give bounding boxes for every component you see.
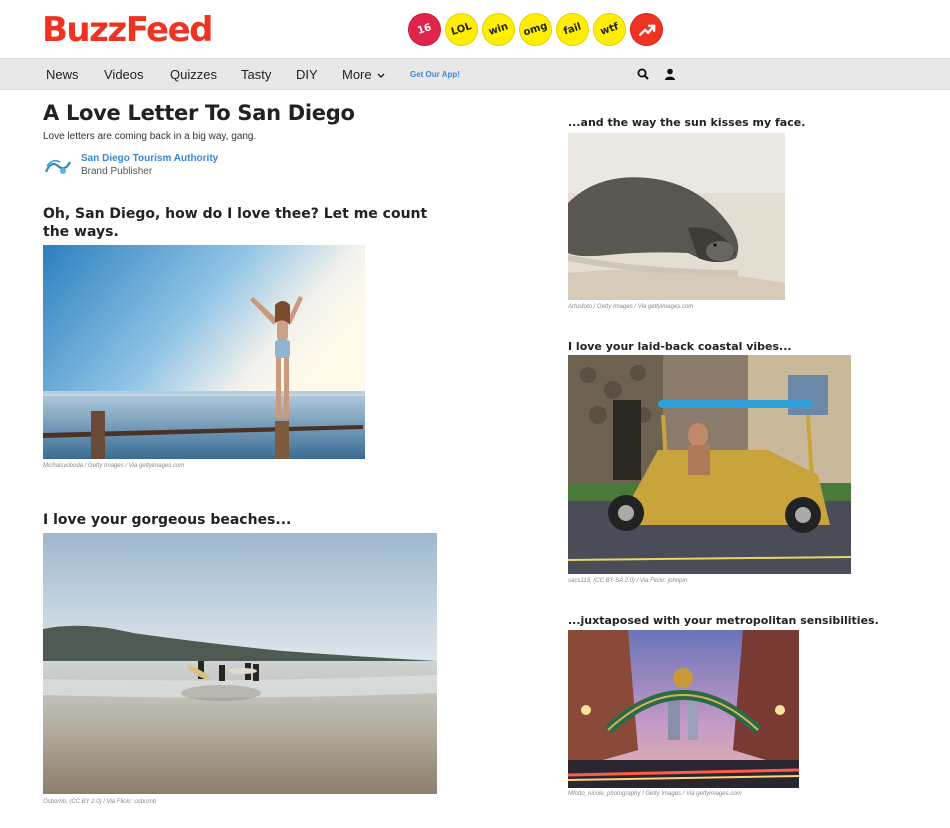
nav-news[interactable]: News xyxy=(46,67,79,82)
photo-woman-ocean xyxy=(43,245,365,459)
top-header: BuzzFeed 16 LOL win omg fail wtf xyxy=(0,0,950,58)
article-subtitle: Love letters are coming back in a big wa… xyxy=(43,131,257,142)
nav-more-label: More xyxy=(342,67,372,82)
section-heading: Oh, San Diego, how do I love thee? Let m… xyxy=(43,206,428,240)
photo-credit: Michalsvoboda / Getty Images / Via getty… xyxy=(43,463,185,469)
publisher-name[interactable]: San Diego Tourism Authority xyxy=(81,153,218,164)
chevron-down-icon xyxy=(377,73,385,78)
badge-omg[interactable]: omg xyxy=(514,8,557,51)
photo-gaslamp-arch xyxy=(568,630,799,788)
section-heading: ...and the way the sun kisses my face. xyxy=(568,116,806,129)
reaction-badges: 16 LOL win omg fail wtf xyxy=(403,8,668,51)
photo-golf-cart xyxy=(568,355,851,574)
nav-diy[interactable]: DIY xyxy=(296,67,318,82)
user-icon[interactable] xyxy=(664,68,676,80)
san-diego-logo-icon[interactable] xyxy=(43,154,73,178)
badge-lol[interactable]: LOL xyxy=(440,8,483,51)
photo-credit: Osbornb, (CC BY 2.0) / Via Flickr: osbor… xyxy=(43,799,157,805)
buzzfeed-logo[interactable]: BuzzFeed xyxy=(42,10,214,50)
badge-16[interactable]: 16 xyxy=(403,8,446,51)
nav-videos[interactable]: Videos xyxy=(104,67,144,82)
section-heading: ...juxtaposed with your metropolitan sen… xyxy=(568,614,879,627)
get-app-link[interactable]: Get Our App! xyxy=(410,70,460,79)
photo-credit: Mfotto_nicole_photography / Getty Images… xyxy=(568,791,742,797)
photo-sea-lion xyxy=(568,133,785,300)
badge-fail[interactable]: fail xyxy=(551,8,594,51)
photo-credit: Artusfoto / Getty Images / Via gettyimag… xyxy=(568,304,694,310)
section-heading: I love your laid-back coastal vibes... xyxy=(568,340,792,353)
article-title: A Love Letter To San Diego xyxy=(43,101,355,125)
main-nav: News Videos Quizzes Tasty DIY More Get O… xyxy=(0,58,950,90)
badge-win[interactable]: win xyxy=(477,8,520,51)
publisher-role: Brand Publisher xyxy=(81,166,153,177)
search-icon[interactable] xyxy=(637,68,649,80)
photo-credit: sacs113, (CC BY-SA 2.0) / Via Flickr: jo… xyxy=(568,578,688,584)
section-heading: I love your gorgeous beaches... xyxy=(43,512,292,528)
nav-quizzes[interactable]: Quizzes xyxy=(170,67,217,82)
nav-more[interactable]: More xyxy=(342,67,385,82)
nav-tasty[interactable]: Tasty xyxy=(241,67,271,82)
trending-arrow-icon xyxy=(638,24,655,36)
trending-badge[interactable] xyxy=(625,8,668,51)
photo-beach-surfers xyxy=(43,533,437,794)
badge-wtf[interactable]: wtf xyxy=(588,8,631,51)
